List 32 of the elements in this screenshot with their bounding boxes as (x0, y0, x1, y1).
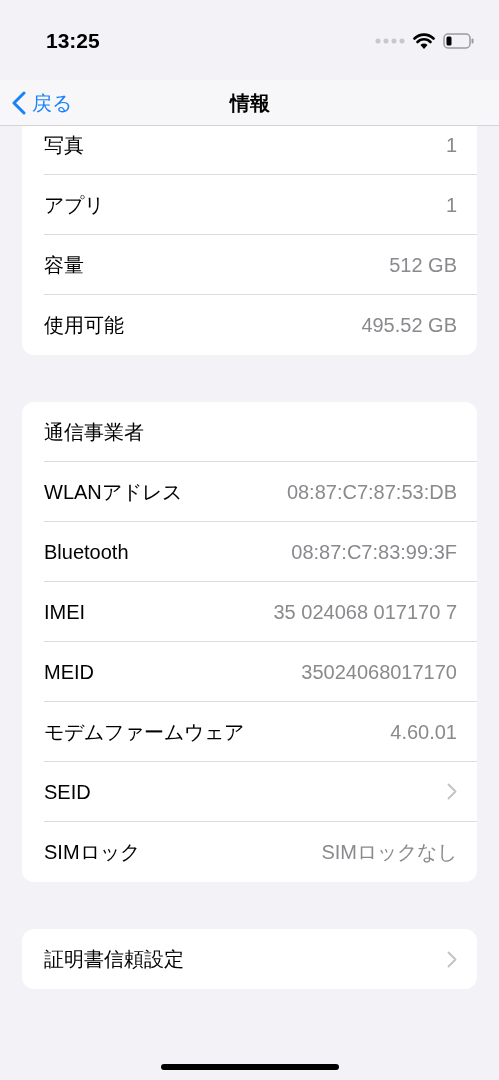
row-value: 1 (445, 132, 457, 158)
chevron-left-icon (12, 90, 26, 115)
row-value: 512 GB (389, 252, 457, 278)
wifi-icon (413, 33, 435, 49)
row-label[interactable]: 証明書信頼設定 (44, 944, 184, 974)
back-button[interactable]: 戻る (0, 87, 72, 118)
row-value: SIMロックなし (321, 840, 457, 865)
chevron-icon (447, 950, 457, 968)
row-value: 08:87:C7:83:99:3F (291, 539, 457, 565)
row-value: 4.60.01 (390, 719, 457, 745)
row-value: 1 (445, 192, 457, 218)
row-label: アプリ (44, 192, 104, 218)
no-signal-icon (375, 38, 405, 44)
row-label: SIMロック (44, 840, 140, 865)
row-label: IMEI (44, 599, 86, 625)
row-label: モデムファームウェア (44, 719, 244, 745)
row-label[interactable]: SEID (44, 776, 91, 807)
row-label: 使用可能 (44, 313, 124, 338)
row-label: 通信事業者 (44, 419, 144, 445)
row-value: 495.52 GB (361, 313, 457, 338)
battery-icon (443, 33, 475, 49)
row-label: WLANアドレス (44, 479, 182, 505)
row-value: 08:87:C7:87:53:DB (286, 479, 457, 505)
row-label: 写真 (44, 132, 84, 158)
row-value: 35024068017170 (301, 659, 457, 685)
row-value: 35 024068 017170 7 (273, 599, 457, 625)
nav-title: 情報 (229, 90, 270, 116)
status-time: 13:25 (46, 28, 100, 55)
row-label: MEID (44, 659, 94, 685)
row-label: Bluetooth (44, 539, 129, 565)
row-label: 容量 (44, 252, 84, 278)
chevron-icon (447, 783, 457, 800)
